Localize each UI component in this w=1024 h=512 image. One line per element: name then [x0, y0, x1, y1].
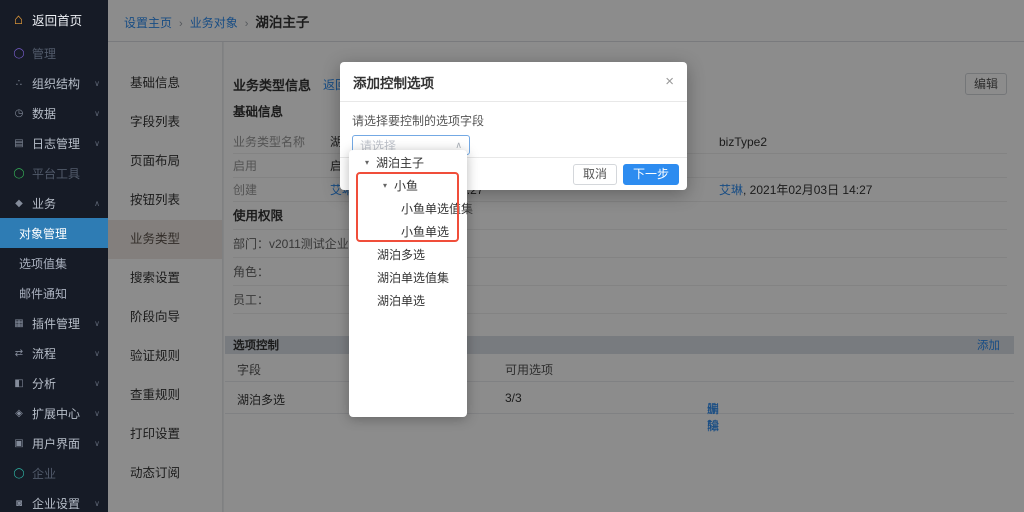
chevron-up-icon: ∧ [455, 140, 462, 151]
sidebar-subitem-选项值集[interactable]: 选项值集 [0, 248, 108, 278]
tree-option-label: 小鱼 [394, 177, 418, 194]
chevron-down-icon: ∨ [94, 499, 100, 508]
chevron-down-icon: ∨ [94, 79, 100, 88]
sidebar-subitem-对象管理[interactable]: 对象管理 [0, 218, 108, 248]
tree-option-湖泊单选值集[interactable]: 湖泊单选值集 [349, 266, 467, 289]
sidebar-nav: ◯ 管理 ∴ 组织结构 ∨ ◷ 数据 ∨ ▤ 日志管理 ∨ ◯ 平台工具 ◆ 业务 ∧ 对象管理选项值集邮件通知… [0, 38, 108, 512]
sidebar-item-label: 用户界面 [32, 435, 80, 452]
tree-option-湖泊主子[interactable]: ▾ 湖泊主子 [349, 151, 467, 174]
tree-option-小鱼单选值集[interactable]: 小鱼单选值集 [349, 197, 467, 220]
sidebar-item-label: 平台工具 [32, 165, 80, 182]
sidebar-item-企业设置[interactable]: ◙ 企业设置 ∨ [0, 488, 108, 512]
data-icon: ◷ [13, 108, 25, 119]
sidebar-item-label: 企业 [32, 465, 56, 482]
sidebar-item-数据[interactable]: ◷ 数据 ∨ [0, 98, 108, 128]
tree-option-小鱼[interactable]: ▾ 小鱼 [349, 174, 467, 197]
tree-option-label: 小鱼单选 [401, 223, 449, 240]
enterprise-icon: ◯ [13, 468, 25, 479]
sidebar-item-label: 管理 [32, 45, 56, 62]
sidebar-item-业务[interactable]: ◆ 业务 ∧ [0, 188, 108, 218]
log-management-icon: ▤ [13, 138, 25, 149]
sidebar-subitem-label: 选项值集 [19, 255, 67, 272]
admin-icon: ◯ [13, 48, 25, 59]
sidebar-item-label: 分析 [32, 375, 56, 392]
sidebar-item-label: 企业设置 [32, 495, 80, 512]
tree-option-label: 湖泊单选 [377, 292, 425, 309]
sidebar-item-label: 数据 [32, 105, 56, 122]
user-interface-icon: ▣ [13, 438, 25, 449]
next-step-button[interactable]: 下一步 [623, 164, 679, 185]
chevron-down-icon: ∨ [94, 349, 100, 358]
sidebar-item-label: 插件管理 [32, 315, 80, 332]
sidebar-item-企业[interactable]: ◯ 企业 [0, 458, 108, 488]
sidebar-subitem-邮件通知[interactable]: 邮件通知 [0, 278, 108, 308]
sidebar-item-label: 扩展中心 [32, 405, 80, 422]
caret-down-icon[interactable]: ▾ [383, 181, 387, 190]
caret-down-icon[interactable]: ▾ [365, 158, 369, 167]
sidebar-item-组织结构[interactable]: ∴ 组织结构 ∨ [0, 68, 108, 98]
tree-option-湖泊多选[interactable]: 湖泊多选 [349, 243, 467, 266]
plugin-management-icon: ▦ [13, 318, 25, 329]
back-home-button[interactable]: ⌂ 返回首页 [0, 0, 108, 38]
sidebar-item-label: 日志管理 [32, 135, 80, 152]
chevron-up-icon: ∧ [94, 199, 100, 208]
tree-option-label: 小鱼单选值集 [401, 200, 473, 217]
business-icon: ◆ [13, 198, 25, 209]
sidebar-item-流程[interactable]: ⇄ 流程 ∨ [0, 338, 108, 368]
sidebar-item-扩展中心[interactable]: ◈ 扩展中心 ∨ [0, 398, 108, 428]
chevron-down-icon: ∨ [94, 379, 100, 388]
chevron-down-icon: ∨ [94, 319, 100, 328]
tree-option-label: 湖泊主子 [376, 154, 424, 171]
tree-option-小鱼单选[interactable]: 小鱼单选 [349, 220, 467, 243]
tree-option-label: 湖泊单选值集 [377, 269, 449, 286]
enterprise-settings-icon: ◙ [13, 498, 25, 509]
home-icon: ⌂ [14, 12, 23, 27]
sidebar-item-管理[interactable]: ◯ 管理 [0, 38, 108, 68]
sidebar-subitem-label: 邮件通知 [19, 285, 67, 302]
chevron-down-icon: ∨ [94, 109, 100, 118]
close-icon[interactable]: × [665, 74, 674, 89]
process-icon: ⇄ [13, 348, 25, 359]
back-home-label: 返回首页 [32, 10, 82, 29]
sidebar-item-分析[interactable]: ◧ 分析 ∨ [0, 368, 108, 398]
chevron-down-icon: ∨ [94, 439, 100, 448]
field-tree-dropdown: ▾ 湖泊主子 ▾ 小鱼小鱼单选值集小鱼单选湖泊多选湖泊单选值集湖泊单选 [349, 150, 467, 417]
sidebar-item-插件管理[interactable]: ▦ 插件管理 ∨ [0, 308, 108, 338]
sidebar-item-日志管理[interactable]: ▤ 日志管理 ∨ [0, 128, 108, 158]
app-sidebar: ⌂ 返回首页 ◯ 管理 ∴ 组织结构 ∨ ◷ 数据 ∨ ▤ 日志管理 ∨ ◯ 平台工具 ◆ 业务 ∧ 对象管理选… [0, 0, 108, 512]
sidebar-subitem-label: 对象管理 [19, 225, 67, 242]
platform-tools-icon: ◯ [13, 168, 25, 179]
tree-option-湖泊单选[interactable]: 湖泊单选 [349, 289, 467, 312]
cancel-button[interactable]: 取消 [573, 164, 617, 185]
sidebar-item-label: 组织结构 [32, 75, 80, 92]
sidebar-item-用户界面[interactable]: ▣ 用户界面 ∨ [0, 428, 108, 458]
org-structure-icon: ∴ [13, 78, 25, 89]
chevron-down-icon: ∨ [94, 139, 100, 148]
modal-title: 添加控制选项 [353, 72, 434, 92]
tree-option-label: 湖泊多选 [377, 246, 425, 263]
field-select-label: 请选择要控制的选项字段 [352, 112, 675, 129]
sidebar-item-平台工具[interactable]: ◯ 平台工具 [0, 158, 108, 188]
chevron-down-icon: ∨ [94, 409, 100, 418]
extension-center-icon: ◈ [13, 408, 25, 419]
sidebar-item-label: 流程 [32, 345, 56, 362]
analysis-icon: ◧ [13, 378, 25, 389]
sidebar-item-label: 业务 [32, 195, 56, 212]
